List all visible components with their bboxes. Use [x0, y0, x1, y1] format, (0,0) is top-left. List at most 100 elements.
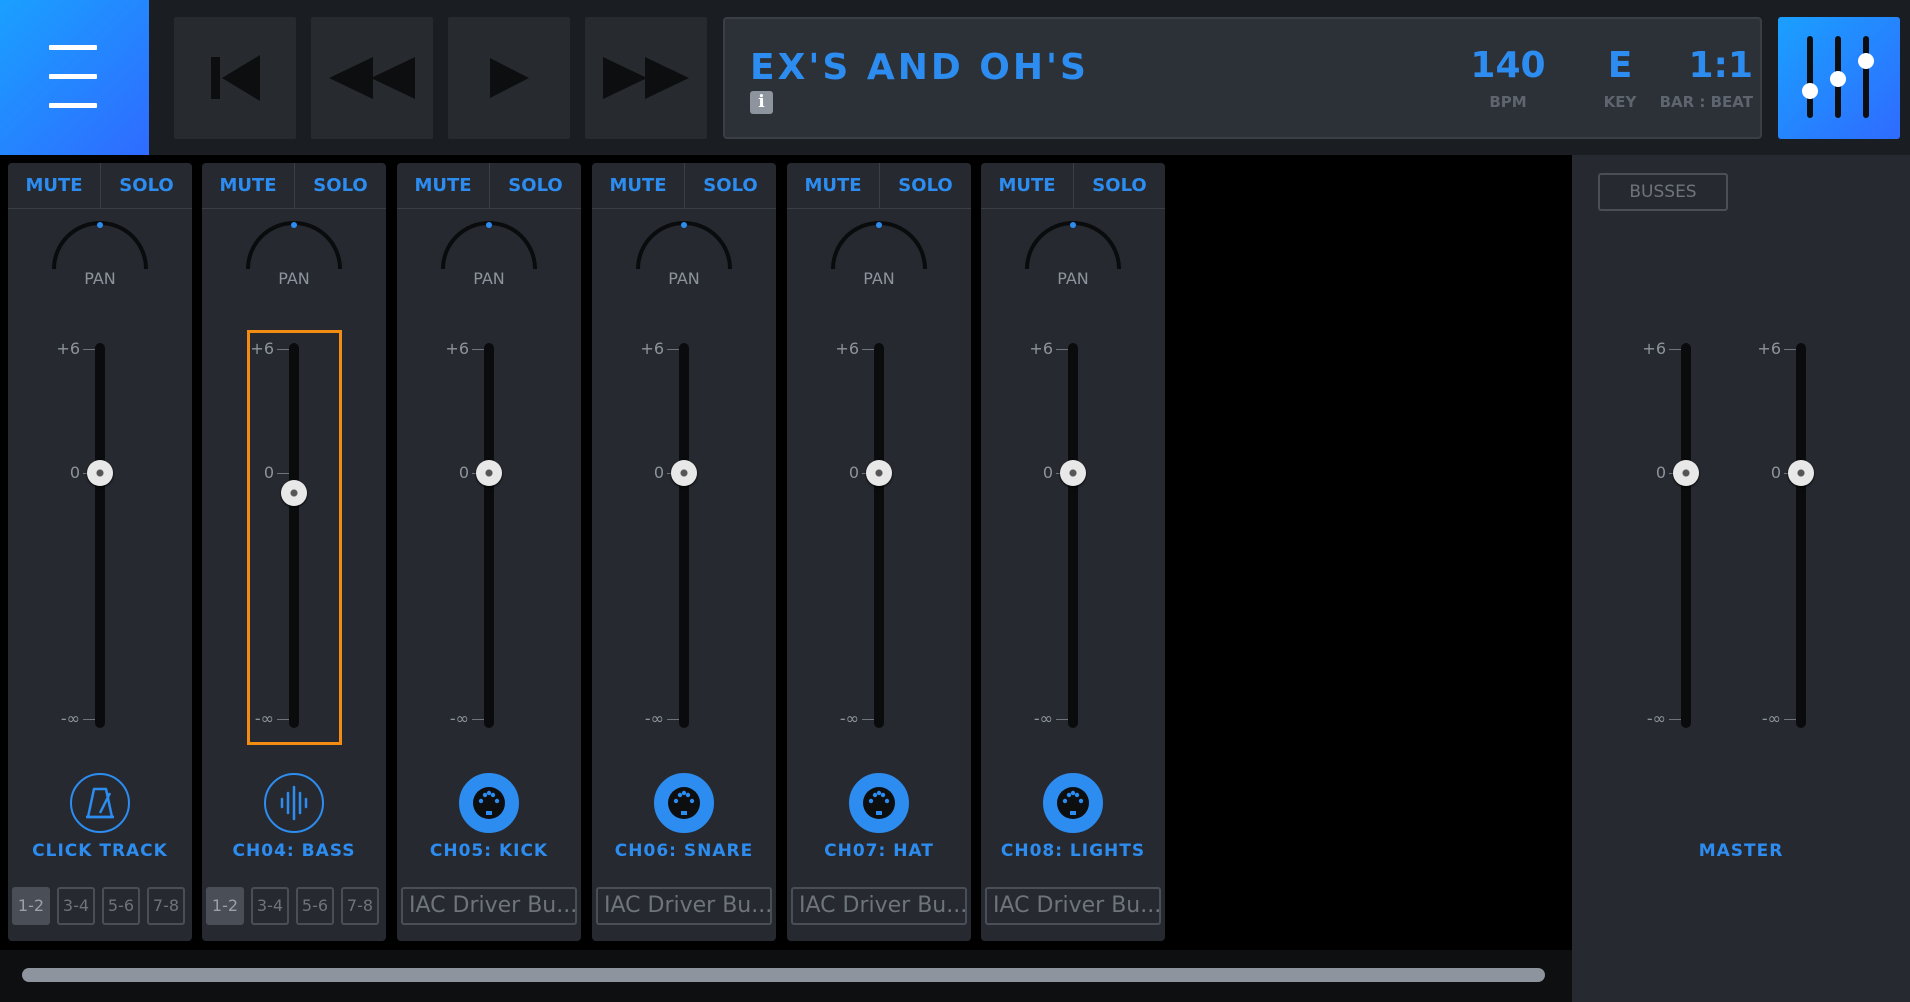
fader-knob[interactable]: [87, 460, 113, 486]
channel-strip: MUTE SOLO PAN +6 0 -∞ CH05: KICK IAC Driver Bu.…: [397, 163, 581, 941]
fader: +6 0 -∞: [202, 333, 386, 733]
fader-track[interactable]: [1796, 343, 1806, 728]
menu-button[interactable]: [0, 0, 149, 155]
fader-track[interactable]: [874, 343, 884, 728]
fader-tick: [472, 719, 484, 720]
mute-button[interactable]: MUTE: [202, 163, 294, 209]
fader-tick: [1056, 349, 1068, 350]
solo-button[interactable]: SOLO: [489, 163, 581, 209]
output-pair-button[interactable]: 7-8: [147, 887, 185, 925]
mute-button[interactable]: MUTE: [397, 163, 489, 209]
mixer-button[interactable]: [1778, 17, 1900, 139]
output-device-select[interactable]: IAC Driver Bu...: [791, 887, 967, 925]
output-pair-button[interactable]: 3-4: [251, 887, 289, 925]
channel-strip: MUTE SOLO PAN +6 0 -∞ CH07: HAT IAC Driver Bu..…: [787, 163, 971, 941]
fader-track[interactable]: [1068, 343, 1078, 728]
channel-strip: MUTE SOLO PAN +6 0 -∞ CLICK TRACK 1-2 3-4 5-6 7-8: [8, 163, 192, 941]
mute-button[interactable]: MUTE: [592, 163, 684, 209]
fader-scale-label: 0: [653, 463, 664, 482]
rewind-button[interactable]: [311, 17, 433, 139]
fader-knob[interactable]: [866, 460, 892, 486]
fader-track[interactable]: [679, 343, 689, 728]
horizontal-scrollbar[interactable]: [22, 968, 1545, 982]
transport-bar: EX'S AND OH'S i 140 BPM E KEY 1:1 BAR : …: [0, 0, 1910, 155]
mute-solo-row: MUTE SOLO: [202, 163, 386, 209]
pan-knob[interactable]: PAN: [244, 221, 344, 288]
mute-button[interactable]: MUTE: [787, 163, 879, 209]
fader-tick: [83, 719, 95, 720]
fader: +6 0 -∞: [397, 333, 581, 733]
solo-button[interactable]: SOLO: [100, 163, 192, 209]
output-device-select[interactable]: IAC Driver Bu...: [985, 887, 1161, 925]
output-pair-button[interactable]: 1-2: [12, 887, 50, 925]
fader-knob[interactable]: [281, 479, 307, 506]
solo-button[interactable]: SOLO: [294, 163, 386, 209]
hamburger-icon: [49, 45, 97, 50]
fader-track[interactable]: [289, 343, 299, 728]
output-device-select[interactable]: IAC Driver Bu...: [401, 887, 577, 925]
waveform-icon[interactable]: [264, 773, 324, 833]
channel-name: CH08: LIGHTS: [1000, 841, 1146, 861]
fader-scale-label: -∞: [839, 709, 859, 728]
fader-scale-label: +6: [1757, 339, 1781, 358]
skip-to-start-icon: [211, 55, 260, 101]
position-label: BAR : BEAT: [1659, 93, 1753, 111]
fader-knob[interactable]: [671, 460, 697, 486]
midi-port-icon[interactable]: [1043, 773, 1103, 833]
key-value: E: [1607, 45, 1633, 86]
mute-button[interactable]: MUTE: [8, 163, 100, 209]
fader-tick: [862, 349, 874, 350]
fader-knob[interactable]: [476, 460, 502, 486]
channel-strip: MUTE SOLO PAN +6 0 -∞ CH06: SNARE IAC Driver Bu…: [592, 163, 776, 941]
fader-scale-label: -∞: [254, 709, 274, 728]
output-pair-button[interactable]: 7-8: [341, 887, 379, 925]
fader-scale-label: 0: [69, 463, 80, 482]
play-button[interactable]: [448, 17, 570, 139]
solo-button[interactable]: SOLO: [684, 163, 776, 209]
fader-track[interactable]: [95, 343, 105, 728]
pan-knob[interactable]: PAN: [439, 221, 539, 288]
midi-port-icon-glyph: [668, 787, 700, 819]
output-device-select[interactable]: IAC Driver Bu...: [596, 887, 772, 925]
fader-scale-label: +6: [1029, 339, 1053, 358]
fader-scale-label: +6: [250, 339, 274, 358]
position-value: 1:1: [1688, 45, 1754, 86]
fader-scale-label: +6: [640, 339, 664, 358]
pan-knob[interactable]: PAN: [1023, 221, 1123, 288]
channel-name: CLICK TRACK: [32, 841, 168, 861]
output-pair-button[interactable]: 1-2: [206, 887, 244, 925]
fader-scale-label: +6: [835, 339, 859, 358]
output-pair-button[interactable]: 5-6: [102, 887, 140, 925]
fader-tick: [862, 719, 874, 720]
pan-knob[interactable]: PAN: [50, 221, 150, 288]
hamburger-icon-line: [49, 74, 97, 79]
skip-back-button[interactable]: [174, 17, 296, 139]
pan-knob[interactable]: PAN: [829, 221, 929, 288]
song-title: EX'S AND OH'S: [750, 47, 1089, 88]
fader-tick: [1784, 719, 1796, 720]
pan-label: PAN: [473, 269, 505, 288]
midi-port-icon[interactable]: [459, 773, 519, 833]
channel-name: CH07: HAT: [824, 841, 934, 861]
midi-port-icon[interactable]: [849, 773, 909, 833]
fader-track[interactable]: [484, 343, 494, 728]
output-pair-button[interactable]: 5-6: [296, 887, 334, 925]
solo-button[interactable]: SOLO: [1073, 163, 1165, 209]
pan-label: PAN: [863, 269, 895, 288]
mute-solo-row: MUTE SOLO: [592, 163, 776, 209]
fast-forward-button[interactable]: [585, 17, 707, 139]
midi-port-icon[interactable]: [654, 773, 714, 833]
fader: +6 0 -∞: [787, 333, 971, 733]
fader-scale-label: -∞: [449, 709, 469, 728]
mute-button[interactable]: MUTE: [981, 163, 1073, 209]
output-pair-button[interactable]: 3-4: [57, 887, 95, 925]
midi-port-icon-glyph: [863, 787, 895, 819]
metronome-icon[interactable]: [70, 773, 130, 833]
info-icon[interactable]: i: [750, 91, 773, 114]
fader-knob[interactable]: [1788, 460, 1814, 486]
fader-knob[interactable]: [1060, 460, 1086, 486]
solo-button[interactable]: SOLO: [879, 163, 971, 209]
pan-knob[interactable]: PAN: [634, 221, 734, 288]
horizontal-scroll-area: [0, 950, 1572, 1002]
fader-scale-label: -∞: [644, 709, 664, 728]
